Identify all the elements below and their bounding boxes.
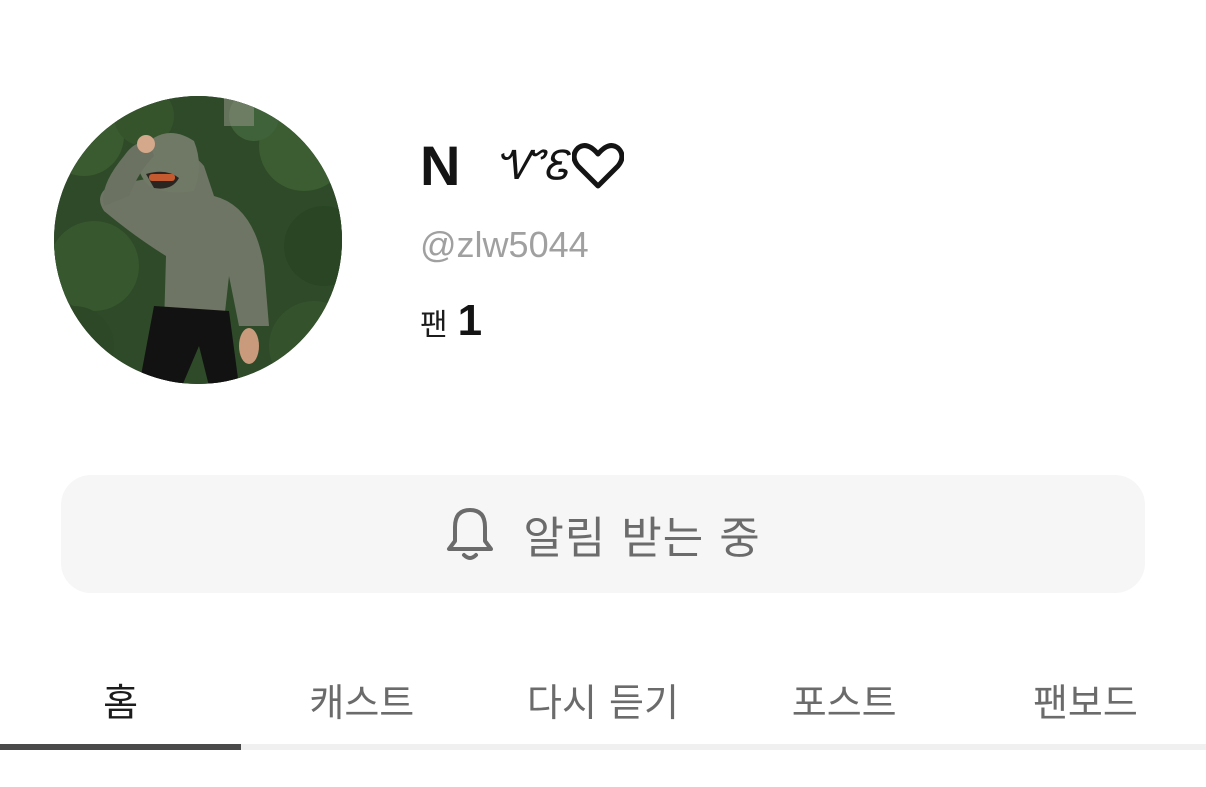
profile-name: N — [420, 134, 462, 197]
tab-replay[interactable]: 다시 듣기 — [482, 640, 723, 750]
notification-subscribed-button[interactable]: 알림 받는 중 — [61, 475, 1145, 593]
profile-name-row: N ᏉᏋ — [420, 130, 1120, 202]
tab-label: 홈 — [103, 681, 139, 725]
profile-handle: @zlw5044 — [420, 224, 589, 265]
tab-cast[interactable]: 캐스트 — [241, 640, 482, 750]
tab-label: 캐스트 — [309, 681, 415, 725]
fans-label: 팬 — [420, 308, 448, 343]
tab-home[interactable]: 홈 — [0, 640, 241, 750]
profile-name-decoration: ᏉᏋ — [495, 143, 569, 189]
bell-icon — [447, 508, 494, 560]
heart-icon — [572, 143, 625, 189]
active-tab-indicator — [0, 744, 241, 750]
notification-button-label: 알림 받는 중 — [523, 513, 761, 564]
tab-label: 다시 듣기 — [527, 681, 679, 725]
avatar[interactable] — [54, 96, 342, 384]
profile-page: N ᏉᏋ @zlw5044 팬 1 알림 받는 중 홈 캐스트 다시 듣기 포스… — [0, 0, 1206, 787]
fans-count-row[interactable]: 팬 1 — [420, 296, 1120, 346]
profile-info: N ᏉᏋ @zlw5044 팬 1 — [420, 130, 1120, 346]
fans-count: 1 — [457, 296, 483, 345]
profile-tabs: 홈 캐스트 다시 듣기 포스트 팬보드 — [0, 640, 1206, 750]
tab-fanboard[interactable]: 팬보드 — [965, 640, 1206, 750]
tab-label: 팬보드 — [1032, 681, 1138, 725]
tab-label: 포스트 — [791, 681, 897, 725]
tab-post[interactable]: 포스트 — [724, 640, 965, 750]
